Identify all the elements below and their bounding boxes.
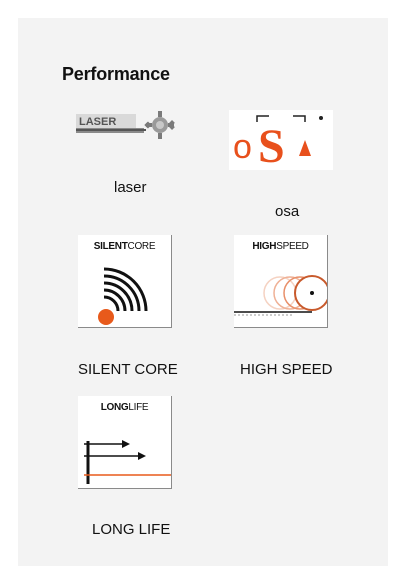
- section-title: Performance: [62, 64, 170, 84]
- long-life-icon: LONGLIFE: [78, 396, 172, 489]
- performance-panel: [18, 18, 388, 566]
- laser-logo: LASER: [76, 110, 186, 140]
- osa-badge-text: o: [233, 128, 252, 166]
- osa-logo: o S: [229, 110, 333, 170]
- laser-badge-text: LASER: [79, 116, 116, 128]
- svg-text:S: S: [258, 120, 285, 170]
- feature-label-high-speed: HIGH SPEED: [240, 361, 333, 378]
- feature-label-long-life: LONG LIFE: [92, 521, 171, 538]
- high-speed-icon: HIGHSPEED: [234, 235, 328, 328]
- silent-core-icon: SILENTCORE: [78, 235, 172, 328]
- feature-label-laser: laser: [114, 179, 147, 196]
- feature-label-silent-core: SILENT CORE: [78, 361, 178, 378]
- feature-label-osa: osa: [275, 203, 300, 220]
